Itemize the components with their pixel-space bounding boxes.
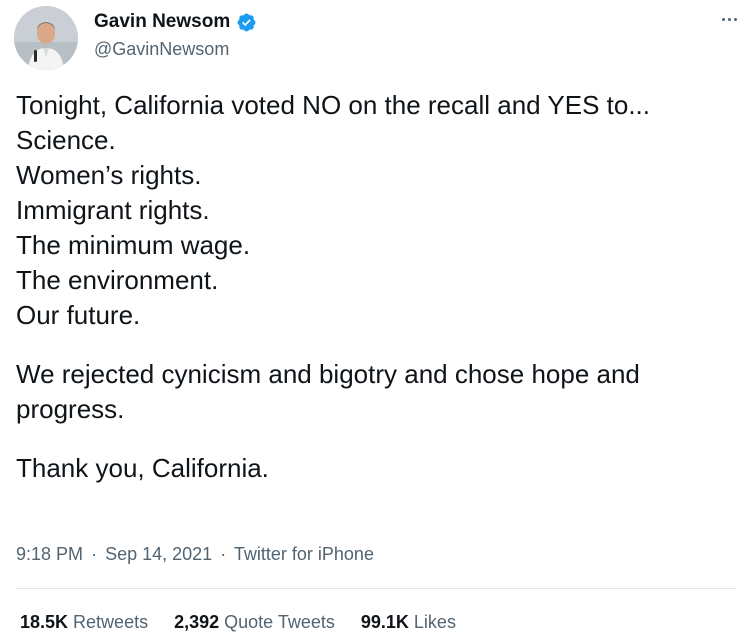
quote-tweets-label: Quote Tweets xyxy=(224,612,335,632)
avatar[interactable] xyxy=(14,6,78,70)
meta-separator: · xyxy=(220,544,227,564)
tweet-line: Immigrant rights. xyxy=(16,195,210,225)
tweet-line: Women’s rights. xyxy=(16,160,202,190)
retweets-count: 18.5K xyxy=(20,612,69,632)
likes-stat[interactable]: 99.1K Likes xyxy=(361,611,456,633)
display-name[interactable]: Gavin Newsom xyxy=(94,10,230,34)
tweet-card: Gavin Newsom @GavinNewsom Tonight, Calif… xyxy=(0,0,750,640)
avatar-photo xyxy=(14,6,78,70)
tweet-meta: 9:18 PM · Sep 14, 2021 · Twitter for iPh… xyxy=(16,543,374,565)
author-name-row: Gavin Newsom xyxy=(94,10,257,34)
tweet-line: The environment. xyxy=(16,265,219,295)
divider xyxy=(16,588,736,589)
tweet-source-link[interactable]: Twitter for iPhone xyxy=(234,544,374,564)
quote-tweets-count: 2,392 xyxy=(174,612,220,632)
author-handle[interactable]: @GavinNewsom xyxy=(94,38,229,60)
tweet-line: Tonight, California voted NO on the reca… xyxy=(16,90,650,120)
tweet-line: Our future. xyxy=(16,300,141,330)
retweets-stat[interactable]: 18.5K Retweets xyxy=(20,611,148,633)
retweets-label: Retweets xyxy=(73,612,149,632)
tweet-line: Science. xyxy=(16,125,116,155)
tweet-paragraph-rejected: We rejected cynicism and bigotry and cho… xyxy=(16,359,640,424)
tweet-text: Tonight, California voted NO on the reca… xyxy=(16,88,736,486)
likes-label: Likes xyxy=(413,612,456,632)
tweet-paragraph-thanks: Thank you, California. xyxy=(16,453,269,483)
meta-separator: · xyxy=(91,544,98,564)
tweet-line: The minimum wage. xyxy=(16,230,251,260)
tweet-time[interactable]: 9:18 PM xyxy=(16,544,83,564)
quote-tweets-stat[interactable]: 2,392 Quote Tweets xyxy=(174,611,335,633)
more-options-icon[interactable] xyxy=(716,8,742,30)
tweet-date[interactable]: Sep 14, 2021 xyxy=(105,544,212,564)
likes-count: 99.1K xyxy=(360,612,409,632)
tweet-stats: 18.5K Retweets 2,392 Quote Tweets 99.1K Lik… xyxy=(20,611,456,633)
verified-badge-icon xyxy=(236,12,257,33)
